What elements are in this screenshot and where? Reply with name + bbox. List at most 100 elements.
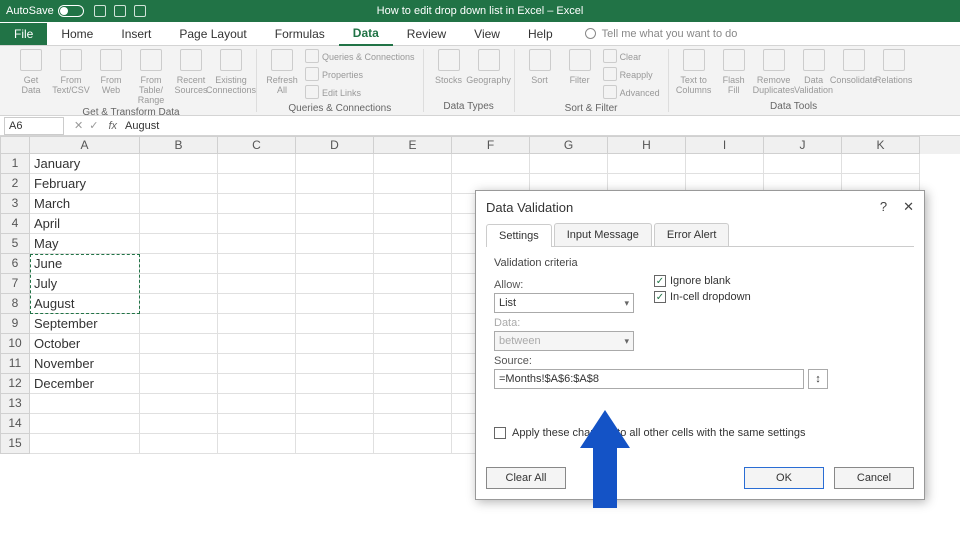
row-header[interactable]: 3	[0, 194, 30, 214]
sort-button[interactable]: Sort	[523, 49, 557, 85]
cell[interactable]	[218, 434, 296, 454]
cell[interactable]	[374, 314, 452, 334]
name-box[interactable]: A6	[4, 117, 64, 135]
cell[interactable]: July	[30, 274, 140, 294]
cell[interactable]	[530, 154, 608, 174]
cell[interactable]	[140, 394, 218, 414]
advanced-link[interactable]: Advanced	[603, 85, 660, 101]
autosave-toggle[interactable]: AutoSave	[6, 5, 84, 17]
cell[interactable]	[296, 274, 374, 294]
cell[interactable]	[374, 414, 452, 434]
help-icon[interactable]: ?	[880, 199, 887, 215]
col-header[interactable]: B	[140, 136, 218, 154]
cell[interactable]	[374, 354, 452, 374]
row-header[interactable]: 10	[0, 334, 30, 354]
cell[interactable]	[218, 294, 296, 314]
cell[interactable]	[218, 414, 296, 434]
menu-review[interactable]: Review	[393, 23, 460, 45]
row-header[interactable]: 9	[0, 314, 30, 334]
tab-settings[interactable]: Settings	[486, 224, 552, 247]
close-icon[interactable]: ✕	[903, 199, 914, 215]
reapply-link[interactable]: Reapply	[603, 67, 660, 83]
cell[interactable]: October	[30, 334, 140, 354]
cell[interactable]	[296, 294, 374, 314]
row-header[interactable]: 5	[0, 234, 30, 254]
col-header[interactable]: G	[530, 136, 608, 154]
cell[interactable]: September	[30, 314, 140, 334]
col-header[interactable]: A	[30, 136, 140, 154]
formula-input[interactable]: August	[121, 120, 960, 132]
menu-file[interactable]: File	[0, 23, 47, 45]
select-all-cell[interactable]	[0, 136, 30, 154]
cell[interactable]	[296, 374, 374, 394]
allow-select[interactable]: List▾	[494, 293, 634, 313]
save-icon[interactable]	[94, 5, 106, 17]
data-validation-button[interactable]: Data Validation	[797, 49, 831, 95]
cell[interactable]	[218, 174, 296, 194]
cell[interactable]	[218, 234, 296, 254]
cell[interactable]	[218, 394, 296, 414]
cell[interactable]	[296, 234, 374, 254]
cell[interactable]	[374, 434, 452, 454]
from-web-button[interactable]: From Web	[94, 49, 128, 95]
menu-formulas[interactable]: Formulas	[261, 23, 339, 45]
recent-sources-button[interactable]: Recent Sources	[174, 49, 208, 95]
existing-conn-button[interactable]: Existing Connections	[214, 49, 248, 95]
cell[interactable]	[374, 254, 452, 274]
redo-icon[interactable]	[134, 5, 146, 17]
source-input[interactable]: =Months!$A$6:$A$8	[494, 369, 804, 389]
properties-link[interactable]: Properties	[305, 67, 415, 83]
cell[interactable]	[218, 254, 296, 274]
row-header[interactable]: 1	[0, 154, 30, 174]
cell[interactable]	[140, 294, 218, 314]
cell[interactable]	[30, 414, 140, 434]
geography-button[interactable]: Geography	[472, 49, 506, 85]
col-header[interactable]: C	[218, 136, 296, 154]
cell[interactable]	[374, 294, 452, 314]
row-header[interactable]: 6	[0, 254, 30, 274]
cell[interactable]	[140, 374, 218, 394]
cell[interactable]: December	[30, 374, 140, 394]
menu-insert[interactable]: Insert	[107, 23, 165, 45]
row-header[interactable]: 13	[0, 394, 30, 414]
ok-button[interactable]: OK	[744, 467, 824, 489]
cell[interactable]: November	[30, 354, 140, 374]
cell[interactable]	[374, 274, 452, 294]
row-header[interactable]: 11	[0, 354, 30, 374]
cell[interactable]	[608, 154, 686, 174]
tab-input-message[interactable]: Input Message	[554, 223, 652, 246]
cell[interactable]	[296, 214, 374, 234]
cell[interactable]: May	[30, 234, 140, 254]
col-header[interactable]: J	[764, 136, 842, 154]
fx-icon[interactable]: fx	[104, 120, 121, 132]
cell[interactable]: April	[30, 214, 140, 234]
menu-page-layout[interactable]: Page Layout	[165, 23, 260, 45]
cell[interactable]	[296, 394, 374, 414]
cell[interactable]	[218, 314, 296, 334]
cell[interactable]	[374, 374, 452, 394]
cancel-icon[interactable]: ✕	[74, 119, 83, 132]
enter-icon[interactable]: ✓	[89, 119, 98, 132]
cell[interactable]	[140, 254, 218, 274]
cell[interactable]	[296, 194, 374, 214]
relations-button[interactable]: Relations	[877, 49, 911, 85]
cell[interactable]	[140, 234, 218, 254]
flash-fill-button[interactable]: Flash Fill	[717, 49, 751, 95]
cell[interactable]	[686, 154, 764, 174]
cell[interactable]	[140, 334, 218, 354]
tab-error-alert[interactable]: Error Alert	[654, 223, 730, 246]
text-to-columns-button[interactable]: Text to Columns	[677, 49, 711, 95]
cell[interactable]	[374, 194, 452, 214]
cell[interactable]	[296, 154, 374, 174]
clear-all-button[interactable]: Clear All	[486, 467, 566, 489]
cell[interactable]	[140, 174, 218, 194]
row-header[interactable]: 4	[0, 214, 30, 234]
from-text-button[interactable]: From Text/CSV	[54, 49, 88, 95]
cell[interactable]	[374, 154, 452, 174]
cell[interactable]	[218, 334, 296, 354]
cell[interactable]	[30, 394, 140, 414]
from-table-button[interactable]: From Table/ Range	[134, 49, 168, 105]
queries-link[interactable]: Queries & Connections	[305, 49, 415, 65]
col-header[interactable]: I	[686, 136, 764, 154]
cell[interactable]	[218, 354, 296, 374]
